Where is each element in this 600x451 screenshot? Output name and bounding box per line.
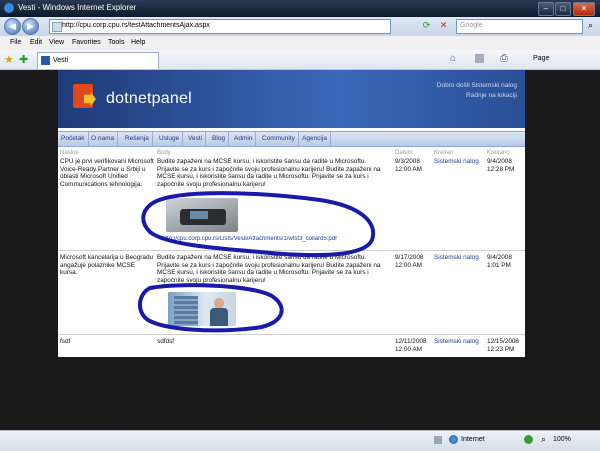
zone-label: Internet xyxy=(461,436,485,443)
annotation-circle-person xyxy=(138,283,284,333)
protected-mode-icon[interactable] xyxy=(524,435,533,444)
lock-icon xyxy=(434,436,442,444)
annotation-overlay xyxy=(138,191,376,333)
status-bar: Internet ⌕ 100% xyxy=(0,430,600,451)
zoom-icon[interactable]: ⌕ xyxy=(541,434,546,445)
globe-icon xyxy=(449,435,458,444)
annotation-circle-phone xyxy=(141,191,376,258)
zoom-level[interactable]: 100% xyxy=(553,436,571,443)
